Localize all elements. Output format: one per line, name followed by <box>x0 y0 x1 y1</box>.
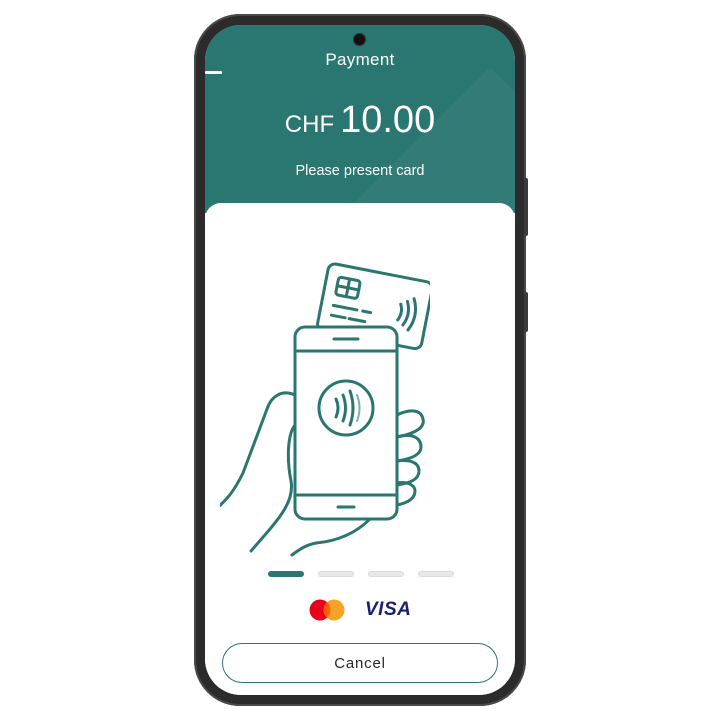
phone-screen: Payment CHF 10.00 Please present card VI… <box>205 25 515 695</box>
mastercard-logo <box>309 599 345 621</box>
power-button <box>524 178 528 236</box>
accepted-cards: VISA <box>309 599 411 621</box>
visa-logo: VISA <box>365 599 412 620</box>
pager-dot <box>368 571 404 577</box>
front-camera <box>354 34 365 45</box>
currency-label: CHF <box>284 111 335 138</box>
amount-value: 10.00 <box>340 99 436 141</box>
status-text: Please present card <box>295 163 425 179</box>
page-title: Payment <box>325 50 395 69</box>
menu-icon[interactable] <box>205 71 222 74</box>
tap-card-on-phone-icon <box>220 262 430 557</box>
cancel-button[interactable]: Cancel <box>222 643 498 683</box>
pager-dot <box>418 571 454 577</box>
smartphone-icon <box>293 325 399 521</box>
pager-dot-active <box>268 571 304 577</box>
payment-amount: CHF 10.00 <box>205 99 515 142</box>
cancel-button-label: Cancel <box>334 654 386 672</box>
pager-dot <box>318 571 354 577</box>
pager-dots <box>268 571 454 577</box>
payment-header: Payment CHF 10.00 Please present card <box>205 25 515 213</box>
volume-button <box>524 292 528 332</box>
